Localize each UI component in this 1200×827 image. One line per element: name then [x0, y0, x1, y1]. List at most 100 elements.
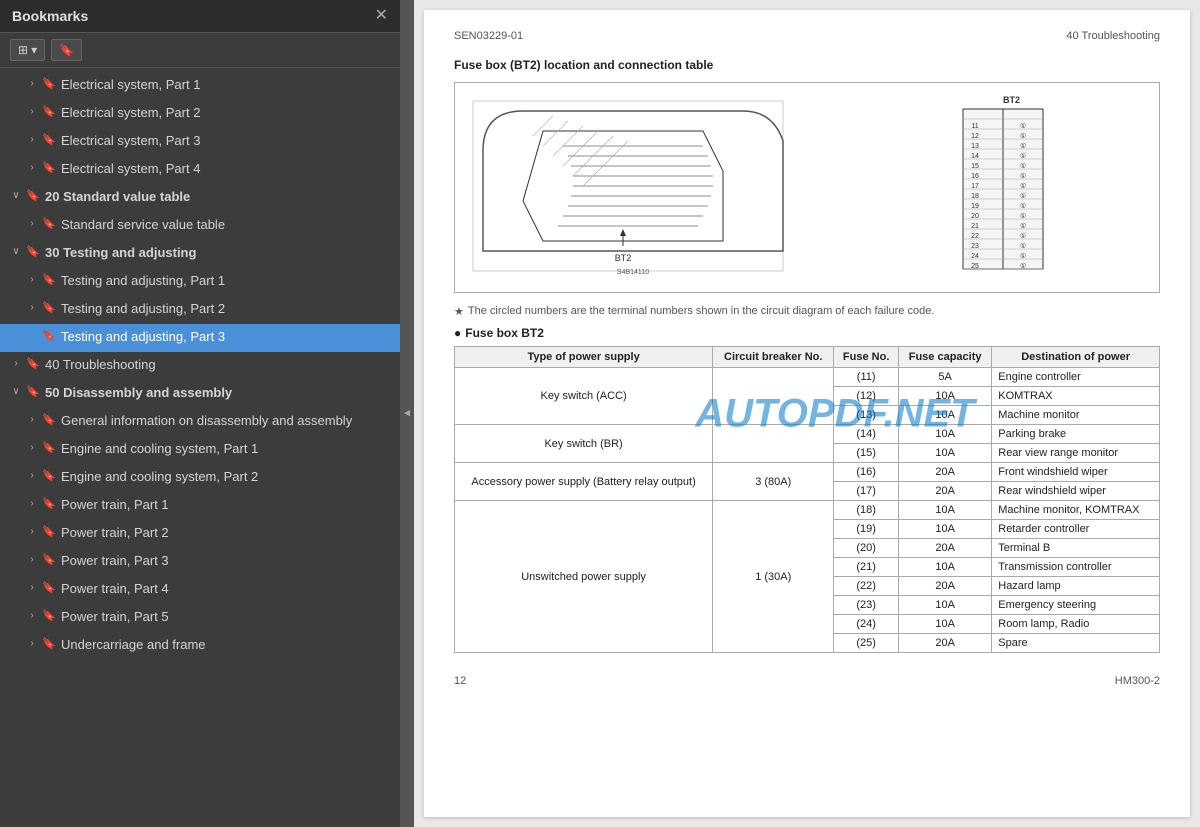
sidebar-item-general[interactable]: › 🔖 General information on disassembly a… — [0, 408, 400, 436]
bullet-symbol: ● — [454, 326, 461, 340]
expand-icon: › — [8, 357, 24, 371]
expand-icon: › — [24, 105, 40, 119]
table-row: Key switch (ACC) (11) 5A Engine controll… — [455, 368, 1160, 387]
sidebar-item-testing2[interactable]: › 🔖 Testing and adjusting, Part 2 — [0, 296, 400, 324]
fuse-no-cell: (20) — [834, 539, 899, 558]
fuse-no-cell: (21) — [834, 558, 899, 577]
bookmark-icon: 🔖 — [42, 77, 56, 92]
fuse-cap-cell: 10A — [898, 444, 991, 463]
bookmark-icon: 🔖 — [42, 553, 56, 568]
note-text: ★ The circled numbers are the terminal n… — [454, 305, 1160, 318]
bullet-text: Fuse box BT2 — [465, 326, 544, 340]
fuse-location-diagram: BT2 S4B14110 — [463, 91, 803, 281]
dest-cell: Spare — [992, 634, 1160, 653]
power-cell: Key switch (ACC) — [455, 368, 713, 425]
dest-cell: Machine monitor, KOMTRAX — [992, 501, 1160, 520]
fuse-cap-cell: 10A — [898, 406, 991, 425]
sidebar-item-stdservice[interactable]: › 🔖 Standard service value table — [0, 212, 400, 240]
item-label: Power train, Part 4 — [61, 580, 394, 598]
bookmark-icon: 🔖 — [42, 469, 56, 484]
dest-cell: Rear view range monitor — [992, 444, 1160, 463]
sidebar-item-elec1[interactable]: › 🔖 Electrical system, Part 1 — [0, 72, 400, 100]
sidebar-item-undercarriage[interactable]: › 🔖 Undercarriage and frame — [0, 632, 400, 660]
sidebar-item-elec2[interactable]: › 🔖 Electrical system, Part 2 — [0, 100, 400, 128]
sidebar-item-testing1[interactable]: › 🔖 Testing and adjusting, Part 1 — [0, 268, 400, 296]
dest-cell: Transmission controller — [992, 558, 1160, 577]
fuse-cap-cell: 10A — [898, 425, 991, 444]
fuse-cap-cell: 10A — [898, 596, 991, 615]
col-header-fuse-cap: Fuse capacity — [898, 347, 991, 368]
sidebar-item-testing[interactable]: ∨ 🔖 30 Testing and adjusting — [0, 240, 400, 268]
collapse-icon: ∨ — [8, 189, 24, 203]
fuse-cap-cell: 20A — [898, 634, 991, 653]
sidebar-item-elec3[interactable]: › 🔖 Electrical system, Part 3 — [0, 128, 400, 156]
sidebar-item-engine1[interactable]: › 🔖 Engine and cooling system, Part 1 — [0, 436, 400, 464]
fuse-no-cell: (15) — [834, 444, 899, 463]
power-cell: Accessory power supply (Battery relay ou… — [455, 463, 713, 501]
dest-cell: Emergency steering — [992, 596, 1160, 615]
bookmark-icon: 🔖 — [26, 245, 40, 260]
breaker-cell: 1 (30A) — [713, 501, 834, 653]
breaker-cell: 3 (80A) — [713, 463, 834, 501]
expand-icon: › — [24, 525, 40, 539]
expand-icon: › — [24, 413, 40, 427]
bookmark-icon: 🔖 — [26, 189, 40, 204]
toggle-placeholder: › — [24, 329, 40, 343]
sidebar-resize-handle[interactable]: ◄ — [400, 0, 414, 827]
item-label: 50 Disassembly and assembly — [45, 384, 394, 402]
dest-cell: Engine controller — [992, 368, 1160, 387]
svg-text:BT2: BT2 — [615, 253, 632, 263]
sidebar-item-trouble[interactable]: › 🔖 40 Troubleshooting — [0, 352, 400, 380]
expand-icon: › — [24, 637, 40, 651]
fuse-table: Type of power supply Circuit breaker No.… — [454, 346, 1160, 653]
sidebar-item-stdval[interactable]: ∨ 🔖 20 Standard value table — [0, 184, 400, 212]
power-cell: Unswitched power supply — [455, 501, 713, 653]
col-header-fuse-no: Fuse No. — [834, 347, 899, 368]
fuse-cap-cell: 10A — [898, 387, 991, 406]
bookmark-icon: 🔖 — [42, 301, 56, 316]
sidebar-item-power1[interactable]: › 🔖 Power train, Part 1 — [0, 492, 400, 520]
dest-cell: Retarder controller — [992, 520, 1160, 539]
fuse-cap-cell: 20A — [898, 577, 991, 596]
dest-cell: Hazard lamp — [992, 577, 1160, 596]
fuse-no-cell: (19) — [834, 520, 899, 539]
star-symbol: ★ — [454, 305, 464, 318]
item-label: 20 Standard value table — [45, 188, 394, 206]
expand-icon: › — [24, 469, 40, 483]
sidebar-header: Bookmarks ✕ — [0, 0, 400, 33]
note-content: The circled numbers are the terminal num… — [468, 305, 935, 317]
bookmark-icon: 🔖 — [42, 105, 56, 120]
sidebar-item-power5[interactable]: › 🔖 Power train, Part 5 — [0, 604, 400, 632]
sidebar-item-disassembly[interactable]: ∨ 🔖 50 Disassembly and assembly — [0, 380, 400, 408]
fuse-no-cell: (11) — [834, 368, 899, 387]
page-number: 12 — [454, 675, 466, 687]
fuse-cap-cell: 10A — [898, 501, 991, 520]
item-label: Power train, Part 2 — [61, 524, 394, 542]
close-button[interactable]: ✕ — [375, 8, 388, 24]
item-label: Undercarriage and frame — [61, 636, 394, 654]
sidebar-item-testing3[interactable]: › 🔖 Testing and adjusting, Part 3 — [0, 324, 400, 352]
dest-cell: Parking brake — [992, 425, 1160, 444]
sidebar-item-power2[interactable]: › 🔖 Power train, Part 2 — [0, 520, 400, 548]
col-header-breaker: Circuit breaker No. — [713, 347, 834, 368]
sidebar-item-elec4[interactable]: › 🔖 Electrical system, Part 4 — [0, 156, 400, 184]
fuse-no-cell: (16) — [834, 463, 899, 482]
bookmark-icon: 🔖 — [42, 637, 56, 652]
sidebar-title: Bookmarks — [12, 8, 88, 24]
item-label: Power train, Part 5 — [61, 608, 394, 626]
item-label: Engine and cooling system, Part 1 — [61, 440, 394, 458]
item-label: Standard service value table — [61, 216, 394, 234]
view-options-button[interactable]: ⊞ ▾ — [10, 39, 45, 61]
expand-icon: › — [24, 609, 40, 623]
sidebar-item-engine2[interactable]: › 🔖 Engine and cooling system, Part 2 — [0, 464, 400, 492]
sidebar-item-power4[interactable]: › 🔖 Power train, Part 4 — [0, 576, 400, 604]
bookmark-button[interactable]: 🔖 — [51, 39, 82, 61]
expand-icon: › — [24, 497, 40, 511]
page-content: AUTOPDF.NET SEN03229-01 40 Troubleshooti… — [424, 10, 1190, 817]
sidebar-item-power3[interactable]: › 🔖 Power train, Part 3 — [0, 548, 400, 576]
diagram-left: BT2 S4B14110 — [463, 91, 876, 284]
item-label: Testing and adjusting, Part 3 — [61, 328, 394, 346]
dest-cell: Room lamp, Radio — [992, 615, 1160, 634]
bookmark-icon: 🔖 — [42, 609, 56, 624]
expand-icon: › — [24, 161, 40, 175]
